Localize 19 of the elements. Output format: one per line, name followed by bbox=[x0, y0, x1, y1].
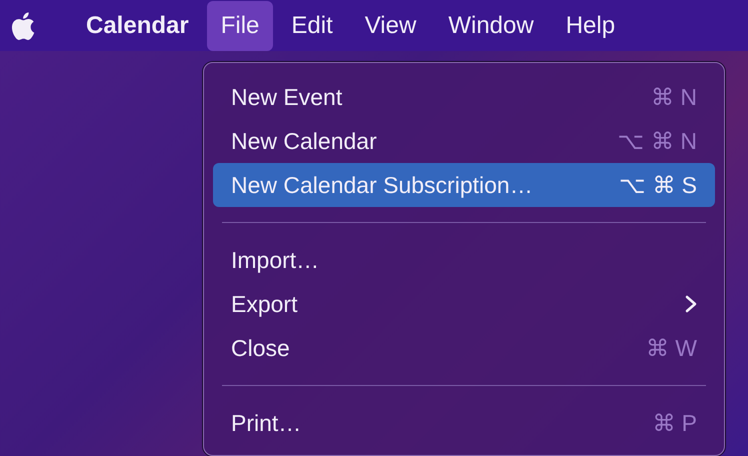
menu-bar-item[interactable]: Edit bbox=[277, 0, 347, 50]
shortcut-label: ⌘ P bbox=[652, 408, 697, 438]
shortcut-label: ⌥ ⌘ N bbox=[618, 126, 697, 156]
menu-bar-item[interactable]: File bbox=[206, 0, 274, 50]
menu-item[interactable]: New Event ⌘ N bbox=[213, 75, 715, 119]
menu-item[interactable]: New Calendar Subscription… ⌥ ⌘ S bbox=[213, 163, 715, 207]
menu-item[interactable]: Import… bbox=[213, 238, 715, 282]
shortcut-label: ⌘ W bbox=[646, 334, 697, 363]
app-menu[interactable]: Calendar bbox=[72, 0, 203, 50]
menu-bar-item[interactable]: Window bbox=[434, 0, 548, 50]
shortcut-label: ⌘ N bbox=[651, 82, 697, 112]
menu-bar-item[interactable]: Help bbox=[552, 0, 630, 50]
menu-item[interactable]: Export bbox=[213, 282, 715, 326]
menu-bar-item[interactable]: View bbox=[350, 0, 430, 50]
shortcut-label: ⌥ ⌘ S bbox=[618, 170, 697, 200]
chevron-right-icon bbox=[685, 295, 697, 313]
menu-item[interactable]: Close ⌘ W bbox=[213, 326, 715, 370]
menu-item[interactable]: Print… ⌘ P bbox=[213, 401, 715, 445]
menu-item[interactable]: New Calendar ⌥ ⌘ N bbox=[213, 119, 715, 163]
